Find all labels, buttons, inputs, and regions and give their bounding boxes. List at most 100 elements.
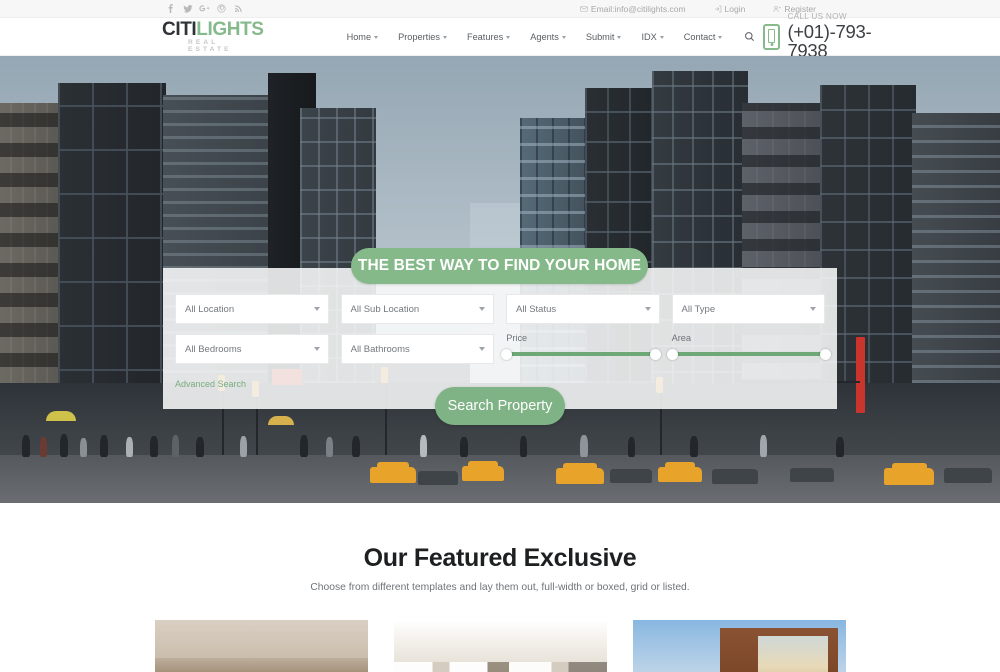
taxi-1 [370, 462, 416, 483]
site-header: CITILIGHTS REAL ESTATE Home Properties F… [0, 12, 1000, 59]
nav-item-idx[interactable]: IDX [631, 32, 673, 42]
pedestrian [100, 435, 108, 457]
logo-citi: CITI [162, 18, 197, 40]
featured-title: Our Featured Exclusive [363, 544, 637, 572]
nav-label: Agents [530, 31, 559, 42]
pedestrian [60, 434, 68, 457]
pinterest-icon[interactable] [213, 0, 230, 18]
featured-section: Our Featured Exclusive Choose from diffe… [0, 503, 1000, 672]
googleplus-icon[interactable] [196, 0, 213, 18]
car-2 [610, 469, 652, 483]
area-slider-handle-max[interactable] [819, 348, 831, 360]
email-text: Email:info@citilights.com [590, 3, 686, 14]
taxi-2 [462, 461, 504, 481]
area-slider-handle-min[interactable] [666, 348, 678, 360]
chevron-down-icon [659, 35, 664, 39]
red-vertical-sign [856, 337, 865, 413]
pedestrian [40, 437, 47, 457]
type-value: All Type [681, 303, 716, 315]
nav-label: Contact [683, 31, 716, 42]
phone-number[interactable]: (+01)-793-7938 [787, 22, 871, 60]
pedestrian [690, 436, 698, 457]
type-select[interactable]: All Type [671, 294, 825, 324]
pedestrian [126, 437, 133, 457]
call-us-label: CALL US NOW [787, 11, 847, 21]
status-value: All Status [516, 303, 557, 315]
property-card[interactable] [154, 620, 368, 672]
hero-headline-text: THE BEST WAY TO FIND YOUR HOME [357, 257, 642, 274]
price-slider-track[interactable] [501, 348, 662, 360]
bedrooms-value: All Bedrooms [185, 343, 242, 355]
sub-location-select[interactable]: All Sub Location [340, 294, 494, 324]
nav-item-properties[interactable]: Properties [388, 32, 457, 42]
pedestrian [420, 435, 427, 457]
nav-label: IDX [641, 31, 657, 42]
status-select[interactable]: All Status [506, 294, 660, 324]
logo-wordmark: CITILIGHTS [162, 20, 264, 39]
pedestrian [580, 435, 588, 457]
chevron-down-icon [479, 307, 485, 311]
chevron-down-icon [506, 35, 511, 39]
advanced-search-link[interactable]: Advanced Search [175, 379, 246, 389]
bathrooms-select[interactable]: All Bathrooms [340, 334, 495, 364]
nav-label: Home [346, 31, 372, 42]
login-text: Login [724, 3, 746, 14]
property-card-list [0, 620, 1000, 672]
chevron-down-icon [479, 347, 486, 351]
pedestrian [760, 435, 767, 457]
pedestrian [300, 435, 308, 457]
hero-headline-pill: THE BEST WAY TO FIND YOUR HOME [351, 248, 648, 284]
email-link[interactable]: Email:info@citilights.com [566, 0, 700, 18]
chevron-down-icon [374, 35, 379, 39]
nav-item-submit[interactable]: Submit [576, 32, 632, 42]
bathrooms-value: All Bathrooms [350, 343, 410, 355]
nav-item-agents[interactable]: Agents [520, 32, 576, 42]
nav-label: Features [466, 31, 504, 42]
location-value: All Location [185, 303, 235, 315]
sub-location-value: All Sub Location [350, 303, 420, 315]
chevron-down-icon [442, 35, 447, 39]
nav-item-contact[interactable]: Contact [674, 32, 733, 42]
search-property-button[interactable]: Search Property [435, 387, 565, 425]
pedestrian [196, 437, 204, 457]
pedestrian [460, 437, 468, 457]
call-us-block: CALL US NOW (+01)-793-7938 [763, 11, 872, 60]
pedestrian [836, 437, 844, 457]
chevron-down-icon [617, 35, 622, 39]
pedestrian [240, 436, 247, 457]
property-window [757, 636, 828, 672]
property-card[interactable] [393, 620, 607, 672]
chevron-down-icon [561, 35, 566, 39]
rss-icon[interactable] [230, 0, 247, 18]
price-slider-handle-max[interactable] [650, 348, 662, 360]
login-link[interactable]: Login [700, 0, 760, 18]
price-slider-handle-min[interactable] [501, 348, 513, 360]
car-3 [712, 469, 758, 484]
nav-item-home[interactable]: Home [337, 32, 389, 42]
phone-icon [763, 23, 781, 50]
nav-item-features[interactable]: Features [457, 32, 520, 42]
featured-subtitle: Choose from different templates and lay … [310, 582, 690, 593]
search-row-2: All Bedrooms All Bathrooms Price Area [175, 333, 831, 364]
area-slider-track[interactable] [666, 348, 831, 360]
pedestrian [628, 437, 635, 457]
property-card[interactable] [632, 620, 846, 672]
search-row-1: All Location All Sub Location All Status… [175, 294, 825, 324]
location-select[interactable]: All Location [175, 294, 329, 324]
nav-label: Properties [398, 31, 440, 42]
taxi-4 [658, 462, 702, 482]
taxi-3 [556, 463, 604, 484]
facebook-icon[interactable] [162, 0, 179, 18]
chevron-down-icon [313, 347, 320, 351]
twitter-icon[interactable] [179, 0, 196, 18]
social-icons [162, 0, 247, 18]
logo-tagline: REAL ESTATE [188, 38, 232, 53]
pedestrian [172, 435, 179, 457]
search-icon[interactable] [732, 31, 763, 42]
logo-lights: LIGHTS [196, 18, 264, 40]
logo[interactable]: CITILIGHTS REAL ESTATE [162, 20, 264, 53]
pedestrian [150, 436, 158, 457]
area-label: Area [671, 333, 692, 343]
chevron-down-icon [644, 307, 651, 311]
bedrooms-select[interactable]: All Bedrooms [175, 334, 329, 364]
